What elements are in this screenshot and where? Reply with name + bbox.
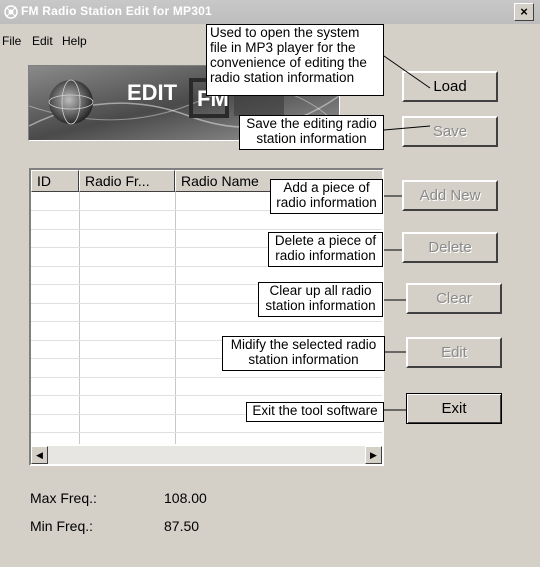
horizontal-scrollbar[interactable]: ◀ ▶ <box>31 446 382 464</box>
clear-button[interactable]: Clear <box>406 283 502 314</box>
callout-line: Exit the tool software <box>252 403 378 418</box>
callout-line: radio information <box>275 248 376 263</box>
callout-line: station information <box>248 352 359 367</box>
scroll-right-button[interactable]: ▶ <box>365 446 382 464</box>
close-icon: × <box>520 4 528 19</box>
title-bar[interactable]: FM Radio Station Edit for MP301 × <box>0 0 540 24</box>
edit-button[interactable]: Edit <box>406 337 502 368</box>
callout-line: Midify the selected radio <box>230 337 377 352</box>
save-button[interactable]: Save <box>402 116 498 147</box>
menu-help[interactable]: Help <box>62 34 87 48</box>
callout-line: Used to open the system <box>210 25 360 40</box>
callout-delete: Delete a piece of radio information <box>268 232 383 267</box>
max-freq-value: 108.00 <box>164 490 207 506</box>
column-id[interactable]: ID <box>31 170 79 192</box>
menu-file[interactable]: File <box>2 34 21 48</box>
delete-button[interactable]: Delete <box>402 232 498 263</box>
menu-edit[interactable]: Edit <box>32 34 53 48</box>
min-freq-value: 87.50 <box>164 518 200 534</box>
callout-load: Used to open the system file in MP3 play… <box>206 24 384 96</box>
column-radio-frequency[interactable]: Radio Fr... <box>79 170 175 192</box>
callout-line: station information <box>256 131 367 146</box>
radio-app-icon <box>3 4 19 20</box>
callout-exit: Exit the tool software <box>246 402 384 422</box>
callout-line: radio information <box>276 195 377 210</box>
row-gridline <box>31 432 382 433</box>
callout-line: radio station information <box>210 70 355 85</box>
app-window: FM Radio Station Edit for MP301 × File E… <box>0 0 540 567</box>
load-button[interactable]: Load <box>402 71 498 102</box>
callout-save: Save the editing radio station informati… <box>239 115 384 150</box>
row-gridline <box>31 395 382 396</box>
callout-line: Delete a piece of <box>274 233 377 248</box>
callout-line: Save the editing radio <box>246 116 377 131</box>
banner-title: EDIT <box>127 80 178 105</box>
callout-line: file in MP3 player for the <box>210 40 356 55</box>
scroll-left-button[interactable]: ◀ <box>31 446 48 464</box>
callout-add-new: Add a piece of radio information <box>270 179 383 214</box>
window-title: FM Radio Station Edit for MP301 <box>21 4 212 18</box>
callout-line: Add a piece of <box>283 180 370 195</box>
max-freq-label: Max Freq.: <box>30 490 97 506</box>
close-button[interactable]: × <box>514 3 534 21</box>
callout-edit: Midify the selected radio station inform… <box>222 336 385 371</box>
exit-button[interactable]: Exit <box>406 393 502 424</box>
arrow-right-icon: ▶ <box>370 450 377 460</box>
callout-line: station information <box>265 298 376 313</box>
callout-line: Clear up all radio <box>269 283 372 298</box>
add-new-button[interactable]: Add New <box>402 180 498 211</box>
callout-clear: Clear up all radio station information <box>258 282 383 317</box>
row-gridline <box>31 321 382 322</box>
min-freq-label: Min Freq.: <box>30 518 94 534</box>
row-gridline <box>31 377 382 378</box>
callout-line: convenience of editing the <box>210 55 367 70</box>
row-gridline <box>31 229 382 230</box>
arrow-left-icon: ◀ <box>36 450 43 460</box>
